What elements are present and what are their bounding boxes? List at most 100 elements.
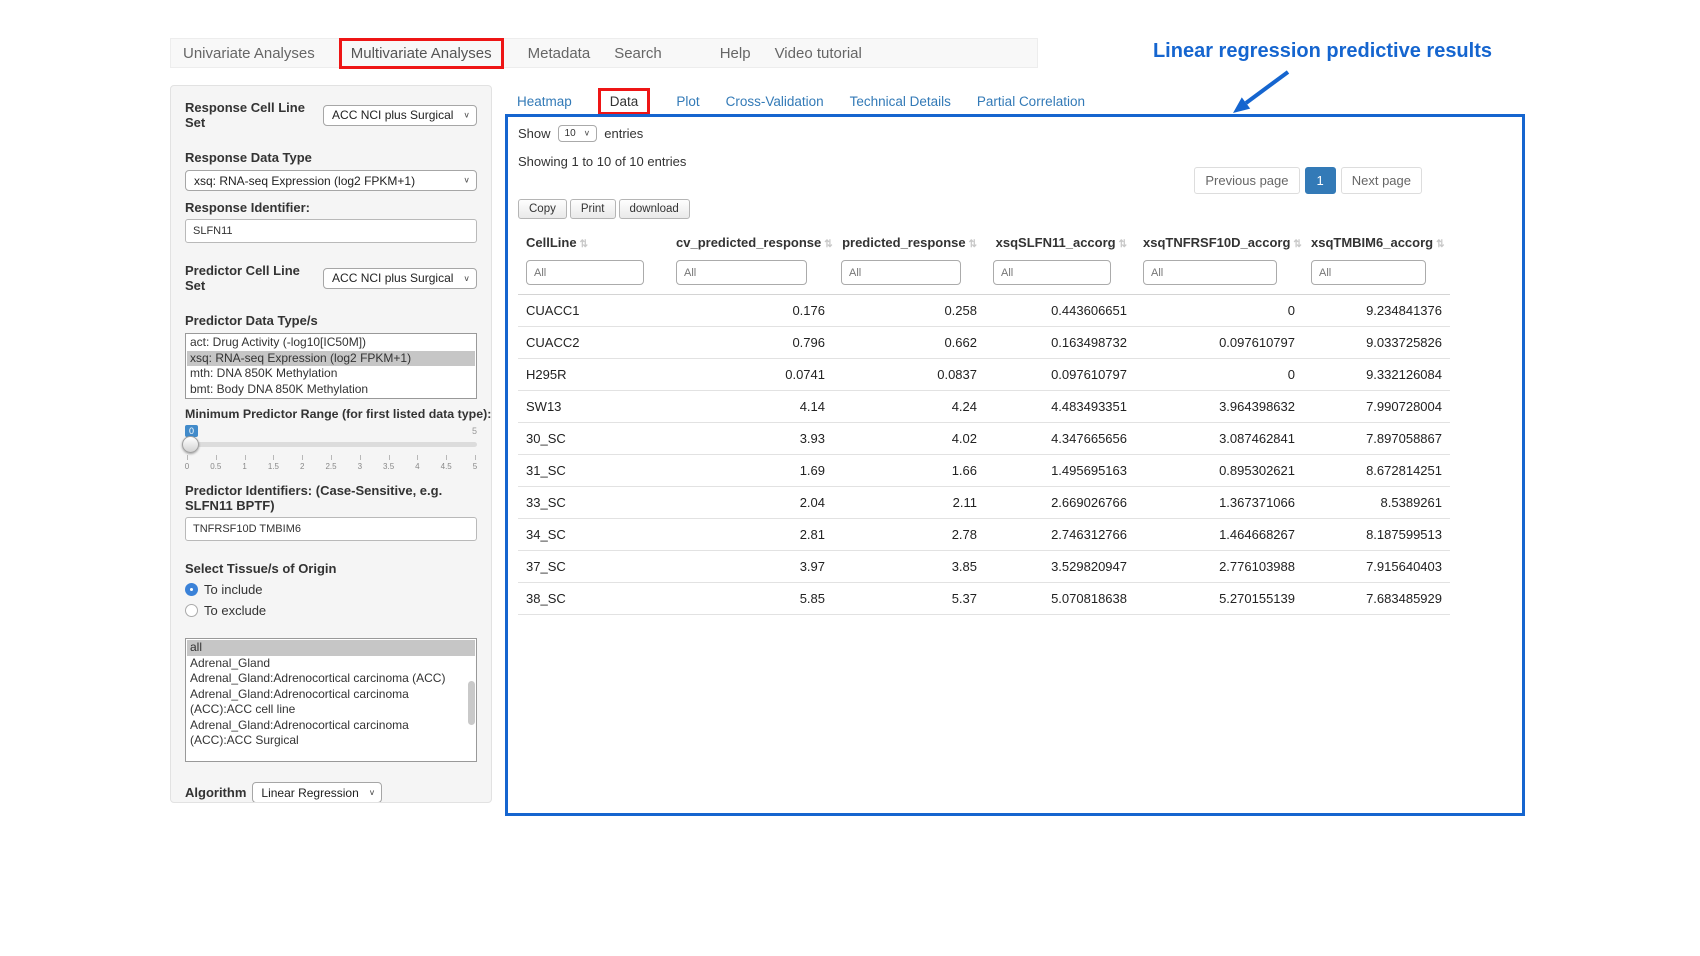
tab-technical-details[interactable]: Technical Details bbox=[850, 94, 951, 109]
table-row: 34_SC 2.81 2.78 2.746312766 1.464668267 … bbox=[518, 519, 1450, 551]
column-header-label: predicted_response bbox=[842, 235, 966, 250]
listbox-option-act[interactable]: act: Drug Activity (-log10[IC50M]) bbox=[187, 335, 475, 351]
cell-line: 37_SC bbox=[518, 551, 668, 583]
response-data-type-select[interactable]: xsq: RNA-seq Expression (log2 FPKM+1) ∨ bbox=[185, 170, 477, 191]
slider-track[interactable] bbox=[185, 442, 477, 447]
nav-help[interactable]: Help bbox=[720, 45, 751, 62]
cell: 5.270155139 bbox=[1135, 583, 1303, 615]
predictor-identifiers-input[interactable] bbox=[185, 517, 477, 541]
select-tissue-label: Select Tissue/s of Origin bbox=[185, 561, 477, 576]
include-radio-label: To include bbox=[204, 582, 263, 597]
listbox-option-xsq[interactable]: xsq: RNA-seq Expression (log2 FPKM+1) bbox=[187, 351, 475, 367]
download-button[interactable]: download bbox=[619, 199, 690, 219]
sort-icon[interactable]: ⇅ bbox=[1119, 239, 1127, 250]
sort-icon[interactable]: ⇅ bbox=[824, 239, 832, 250]
tissue-include-radio-row: To include bbox=[185, 582, 477, 597]
predictor-data-types-listbox[interactable]: act: Drug Activity (-log10[IC50M]) xsq: … bbox=[185, 333, 477, 399]
cell: 0.662 bbox=[833, 327, 985, 359]
tissue-listbox[interactable]: all Adrenal_Gland Adrenal_Gland:Adrenoco… bbox=[185, 638, 477, 762]
filter-input-cellline[interactable] bbox=[526, 260, 644, 285]
filter-input-cv-predicted-response[interactable] bbox=[676, 260, 807, 285]
column-header-xsqtnfrsf10d-accorg[interactable]: xsqTNFRSF10D_accorg⇅ bbox=[1135, 229, 1303, 256]
previous-page-button[interactable]: Previous page bbox=[1194, 167, 1299, 194]
tissue-option-adrenal-gland[interactable]: Adrenal_Gland bbox=[187, 656, 475, 672]
slider-tick bbox=[446, 455, 447, 460]
table-row: 30_SC 3.93 4.02 4.347665656 3.087462841 … bbox=[518, 423, 1450, 455]
column-header-predicted-response[interactable]: predicted_response⇅ bbox=[833, 229, 985, 256]
listbox-option-mth[interactable]: mth: DNA 850K Methylation bbox=[187, 366, 475, 382]
scrollbar-thumb[interactable] bbox=[468, 681, 475, 725]
cell-line: 34_SC bbox=[518, 519, 668, 551]
next-page-button[interactable]: Next page bbox=[1341, 167, 1422, 194]
nav-search[interactable]: Search bbox=[614, 45, 662, 62]
cell: 2.776103988 bbox=[1135, 551, 1303, 583]
entries-label: entries bbox=[604, 126, 643, 141]
cell: 8.5389261 bbox=[1303, 487, 1450, 519]
page-length-select[interactable]: 10 ∨ bbox=[558, 125, 598, 142]
listbox-option-bmt[interactable]: bmt: Body DNA 850K Methylation bbox=[187, 382, 475, 398]
filter-input-xsqtmbim6-accorg[interactable] bbox=[1311, 260, 1426, 285]
response-data-type-label: Response Data Type bbox=[185, 150, 477, 165]
column-header-cellline[interactable]: CellLine⇅ bbox=[518, 229, 668, 256]
column-header-label: xsqTNFRSF10D_accorg bbox=[1143, 235, 1290, 250]
slider-tick-label: 5 bbox=[473, 462, 477, 471]
response-cell-line-set-select[interactable]: ACC NCI plus Surgical ∨ bbox=[323, 105, 477, 126]
cell: 4.14 bbox=[668, 391, 833, 423]
nav-video-tutorial[interactable]: Video tutorial bbox=[775, 45, 862, 62]
sort-icon[interactable]: ⇅ bbox=[580, 239, 588, 250]
filter-input-xsqtnfrsf10d-accorg[interactable] bbox=[1143, 260, 1277, 285]
slider-handle[interactable] bbox=[182, 436, 199, 453]
algorithm-select[interactable]: Linear Regression ∨ bbox=[252, 782, 382, 803]
slider-tick-label: 0 bbox=[185, 462, 189, 471]
cell: 9.033725826 bbox=[1303, 327, 1450, 359]
result-tabs: Heatmap Data Plot Cross-Validation Techn… bbox=[517, 88, 1085, 115]
current-page-button[interactable]: 1 bbox=[1305, 167, 1336, 194]
tissue-option-acc-surgical[interactable]: Adrenal_Gland:Adrenocortical carcinoma (… bbox=[187, 718, 475, 749]
nav-univariate-analyses[interactable]: Univariate Analyses bbox=[183, 45, 315, 62]
column-header-cv-predicted-response[interactable]: cv_predicted_response⇅ bbox=[668, 229, 833, 256]
copy-button[interactable]: Copy bbox=[518, 199, 567, 219]
response-identifier-input[interactable] bbox=[185, 219, 477, 243]
cell-line: CUACC1 bbox=[518, 295, 668, 327]
tab-data[interactable]: Data bbox=[598, 88, 651, 115]
tab-plot[interactable]: Plot bbox=[676, 94, 699, 109]
nav-metadata[interactable]: Metadata bbox=[528, 45, 591, 62]
print-button[interactable]: Print bbox=[570, 199, 616, 219]
response-data-type-value: xsq: RNA-seq Expression (log2 FPKM+1) bbox=[194, 174, 415, 188]
filter-input-xsqslfn11-accorg[interactable] bbox=[993, 260, 1111, 285]
cell: 1.464668267 bbox=[1135, 519, 1303, 551]
algorithm-value: Linear Regression bbox=[261, 786, 358, 800]
tab-cross-validation[interactable]: Cross-Validation bbox=[726, 94, 824, 109]
cell: 0 bbox=[1135, 359, 1303, 391]
tissue-option-acc-cell-line[interactable]: Adrenal_Gland:Adrenocortical carcinoma (… bbox=[187, 687, 475, 718]
cell: 5.37 bbox=[833, 583, 985, 615]
cell-line: 38_SC bbox=[518, 583, 668, 615]
slider-tick-label: 0.5 bbox=[210, 462, 221, 471]
slider-tick-label: 1 bbox=[242, 462, 246, 471]
predictor-cell-line-set-select[interactable]: ACC NCI plus Surgical ∨ bbox=[323, 268, 477, 289]
sort-icon[interactable]: ⇅ bbox=[1293, 239, 1301, 250]
include-radio[interactable] bbox=[185, 583, 198, 596]
column-header-xsqslfn11-accorg[interactable]: xsqSLFN11_accorg⇅ bbox=[985, 229, 1135, 256]
predictor-cell-line-set-label: Predictor Cell Line Set bbox=[185, 263, 317, 293]
tab-partial-correlation[interactable]: Partial Correlation bbox=[977, 94, 1085, 109]
tab-heatmap[interactable]: Heatmap bbox=[517, 94, 572, 109]
column-header-xsqtmbim6-accorg[interactable]: xsqTMBIM6_accorg⇅ bbox=[1303, 229, 1450, 256]
cell-line: 33_SC bbox=[518, 487, 668, 519]
cell: 1.495695163 bbox=[985, 455, 1135, 487]
chevron-down-icon: ∨ bbox=[369, 788, 376, 796]
tissue-option-acc[interactable]: Adrenal_Gland:Adrenocortical carcinoma (… bbox=[187, 671, 475, 687]
cell: 3.97 bbox=[668, 551, 833, 583]
predictor-range-slider[interactable]: 0 5 0 0.5 1 1.5 2 2.5 bbox=[185, 425, 477, 475]
tissue-option-all[interactable]: all bbox=[187, 640, 475, 656]
cell: 2.04 bbox=[668, 487, 833, 519]
cell: 0.796 bbox=[668, 327, 833, 359]
filter-input-predicted-response[interactable] bbox=[841, 260, 961, 285]
cell: 5.85 bbox=[668, 583, 833, 615]
slider-tick-label: 4 bbox=[415, 462, 419, 471]
sort-icon[interactable]: ⇅ bbox=[969, 239, 977, 250]
sort-icon[interactable]: ⇅ bbox=[1436, 239, 1444, 250]
slider-grid: 0 0.5 1 1.5 2 2.5 3 3.5 4 4.5 5 bbox=[187, 455, 475, 473]
nav-multivariate-analyses[interactable]: Multivariate Analyses bbox=[339, 38, 504, 69]
exclude-radio[interactable] bbox=[185, 604, 198, 617]
